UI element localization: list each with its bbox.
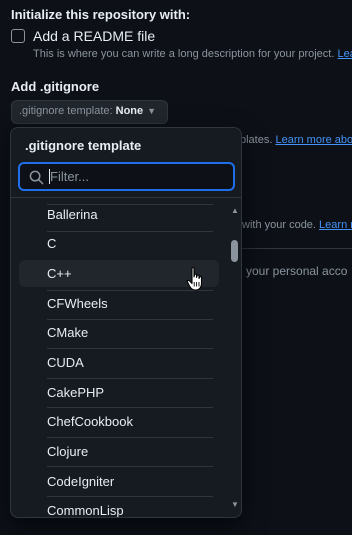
item-divider — [47, 466, 213, 467]
list-item[interactable]: CakePHP — [19, 379, 219, 406]
gitignore-template-dropdown: .gitignore template Ballerina C C++ CFWh… — [10, 127, 242, 518]
list-item[interactable]: C — [19, 230, 219, 257]
template-button-prefix: .gitignore template: — [19, 105, 116, 117]
initialize-heading: Initialize this repository with: — [11, 7, 191, 22]
readme-learn-more-link[interactable]: Learn — [337, 48, 352, 60]
readme-description-text: This is where you can write a long descr… — [33, 48, 338, 60]
filter-input[interactable] — [50, 167, 225, 186]
list-item[interactable]: Ballerina — [19, 201, 219, 228]
template-list: Ballerina C C++ CFWheels CMake CUDA Cake… — [11, 198, 229, 517]
templates-hint: plates. Learn more abo — [240, 134, 352, 146]
templates-learn-more-link[interactable]: Learn more abo — [275, 134, 352, 146]
gitignore-template-button[interactable]: .gitignore template: None ▼ — [11, 100, 168, 124]
code-learn-more-link[interactable]: Learn m — [319, 219, 352, 231]
search-icon — [29, 170, 44, 185]
dropdown-title: .gitignore template — [25, 138, 142, 153]
readme-description: This is where you can write a long descr… — [33, 48, 352, 60]
filter-field[interactable] — [18, 162, 235, 191]
code-hint: with your code. Learn m — [242, 219, 352, 231]
templates-hint-text: plates. — [240, 134, 276, 146]
readme-checkbox-label[interactable]: Add a README file — [33, 28, 155, 44]
list-item[interactable]: CommonLisp — [19, 497, 219, 517]
template-button-value: None — [115, 105, 144, 117]
scrollbar-thumb[interactable] — [231, 240, 238, 262]
hand-pointer-icon — [186, 266, 206, 297]
scroll-down-arrow-icon[interactable]: ▼ — [231, 500, 239, 509]
chevron-down-icon: ▼ — [147, 106, 157, 116]
readme-checkbox[interactable] — [11, 29, 25, 43]
divider — [238, 248, 352, 249]
scroll-up-arrow-icon[interactable]: ▲ — [231, 206, 239, 215]
list-item[interactable]: ChefCookbook — [19, 408, 219, 435]
list-item[interactable]: CMake — [19, 319, 219, 346]
personal-account-text: your personal acco — [246, 264, 348, 278]
list-scrollbar[interactable]: ▲ ▼ — [229, 198, 241, 517]
list-item[interactable]: Clojure — [19, 438, 219, 465]
list-item[interactable]: CodeIgniter — [19, 468, 219, 495]
list-item[interactable]: CUDA — [19, 349, 219, 376]
gitignore-heading: Add .gitignore — [11, 79, 100, 94]
code-hint-text: with your code. — [242, 219, 320, 231]
